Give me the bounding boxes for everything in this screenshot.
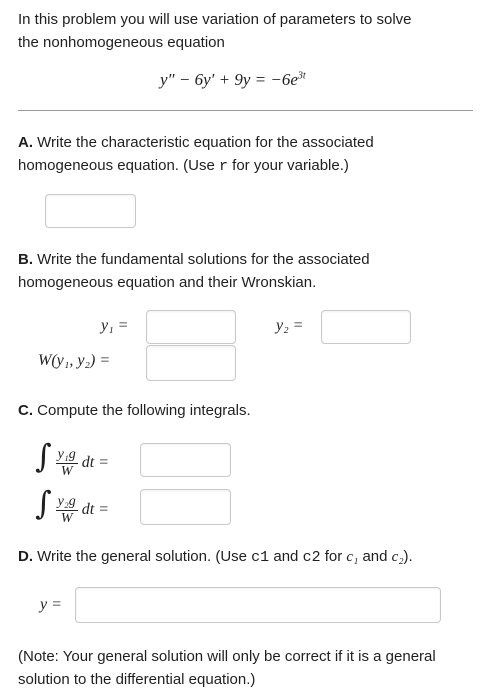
part-d-text-3: for: [320, 548, 347, 565]
divider: [18, 110, 473, 111]
part-b-label: B.: [18, 251, 33, 268]
part-a-line-2: homogeneous equation. (Use: [18, 157, 219, 174]
integral-1-dt: dt =: [81, 454, 110, 471]
integral-2-input[interactable]: [140, 489, 231, 525]
c1-math: c₁: [346, 549, 359, 565]
integral-1-numerator: y₁g: [55, 446, 78, 464]
integral-1-fraction: y₁g W: [55, 446, 78, 480]
note-line-1: (Note: Your general solution will only b…: [18, 648, 436, 665]
integral-2-dt: dt =: [81, 501, 110, 518]
intro-text: In this problem you will use variation o…: [18, 8, 478, 54]
main-equation: y″ − 6y′ + 9y = −6e3t: [160, 70, 306, 90]
note-line-2: solution to the differential equation.): [18, 671, 256, 688]
equation-text: y″ − 6y′ + 9y = −6e: [160, 70, 298, 89]
y1-label: y₁ =: [101, 317, 129, 334]
intro-line-2: the nonhomogeneous equation: [18, 34, 225, 51]
intro-line-1: In this problem you will use variation o…: [18, 11, 412, 28]
part-d-text-5: ).: [403, 548, 413, 565]
general-solution-label: y =: [40, 596, 62, 613]
y2-label: y₂ =: [276, 317, 304, 334]
part-c-line-1: Compute the following integrals.: [33, 402, 251, 419]
integral-1-denominator: W: [60, 463, 73, 479]
part-d-label: D.: [18, 548, 33, 565]
part-d-text-2: and: [269, 548, 303, 565]
integral-sign-icon: ∫: [35, 484, 52, 522]
part-a-line-3: for your variable.): [228, 157, 349, 174]
part-d-text-4: and: [358, 548, 392, 565]
integral-2-denominator: W: [60, 510, 73, 526]
c1-code: c1: [251, 549, 270, 566]
general-solution-input[interactable]: [75, 587, 441, 623]
note-text: (Note: Your general solution will only b…: [18, 645, 478, 691]
y1-input[interactable]: [146, 310, 236, 344]
part-c-label: C.: [18, 402, 33, 419]
integral-sign-icon: ∫: [35, 437, 52, 475]
c2-code: c2: [302, 549, 321, 566]
wronskian-label: W(y₁, y₂) =: [38, 352, 111, 369]
wronskian-input[interactable]: [146, 345, 236, 381]
integral-2-numerator: y₂g: [55, 493, 78, 511]
integral-2-fraction: y₂g W: [55, 493, 78, 527]
characteristic-equation-input[interactable]: [45, 194, 136, 228]
part-a-label: A.: [18, 134, 33, 151]
part-d-text-1: Write the general solution. (Use: [33, 548, 252, 565]
variable-r: r: [218, 158, 228, 175]
part-b-line-1: Write the fundamental solutions for the …: [33, 251, 370, 268]
integral-1-input[interactable]: [140, 443, 231, 477]
c2-math: c₂: [391, 549, 404, 565]
part-d-text: D. Write the general solution. (Use c1 a…: [18, 545, 478, 569]
part-a-line-1: Write the characteristic equation for th…: [33, 134, 374, 151]
integral-2: ∫ y₂g W dt =: [35, 484, 109, 527]
equation-exponent: 3t: [297, 70, 306, 82]
part-b-text: B. Write the fundamental solutions for t…: [18, 248, 478, 294]
part-a-text: A. Write the characteristic equation for…: [18, 131, 478, 178]
integral-1: ∫ y₁g W dt =: [35, 437, 109, 480]
part-c-text: C. Compute the following integrals.: [18, 399, 478, 422]
part-b-line-2: homogeneous equation and their Wronskian…: [18, 274, 317, 291]
y2-input[interactable]: [321, 310, 411, 344]
